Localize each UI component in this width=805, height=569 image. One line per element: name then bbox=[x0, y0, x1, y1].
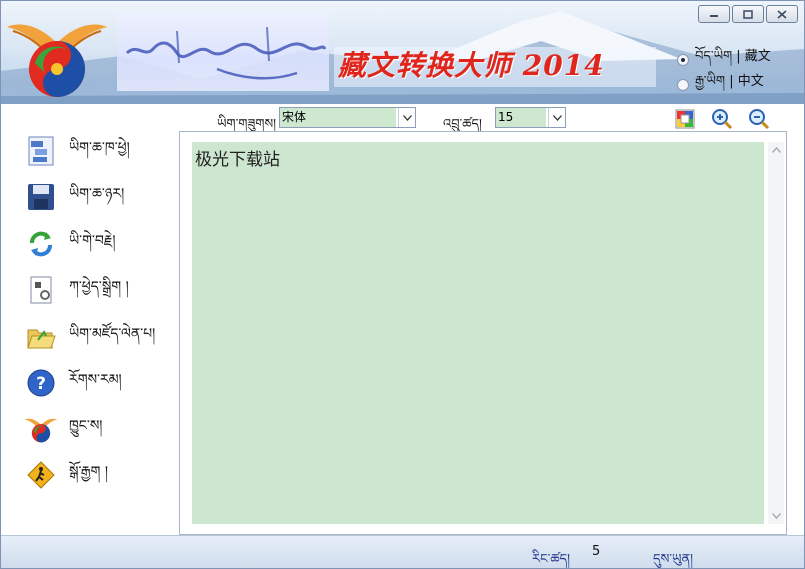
maximize-button[interactable] bbox=[732, 5, 764, 23]
vertical-scrollbar[interactable] bbox=[768, 142, 784, 524]
exit-sign-icon bbox=[23, 457, 59, 493]
sidebar-item-about[interactable]: ཁྱུང་ས། bbox=[23, 411, 173, 447]
color-palette-icon[interactable] bbox=[674, 108, 696, 130]
length-label: རིང་ཚད། bbox=[532, 552, 570, 567]
size-select[interactable]: 15 bbox=[495, 107, 566, 128]
sidebar: ཡིག་ཆ་ཁ་ཕྱེ། ཡིག་ཆ་ཉར། ཡི་གེ་བརྗེ། ཀ་ཕྱེ… bbox=[1, 131, 177, 541]
help-icon: ? bbox=[23, 365, 59, 401]
radio-unselected[interactable] bbox=[677, 78, 689, 91]
app-window: 藏文转换大师 2014 བོད་ཡིག | 藏文 རྒྱ་ཡིག | 中文 ཡི… bbox=[0, 0, 805, 569]
convert-arrows-icon bbox=[23, 226, 59, 262]
sidebar-item-label: ཁྱུང་ས། bbox=[69, 418, 103, 434]
editor-content: 极光下载站 bbox=[195, 150, 280, 170]
maximize-icon bbox=[743, 9, 753, 19]
close-button[interactable] bbox=[766, 5, 798, 23]
app-title: 藏文转换大师 2014 bbox=[338, 49, 605, 82]
sidebar-item-folder[interactable]: ཡིག་མཛོད་ལེན་པ། bbox=[23, 319, 173, 355]
main-panel: 极光下载站 bbox=[179, 131, 787, 535]
chevron-down-icon[interactable] bbox=[398, 108, 415, 127]
zoom-in-icon[interactable] bbox=[711, 108, 733, 130]
document-gear-icon bbox=[23, 272, 59, 308]
app-logo-icon bbox=[7, 24, 107, 97]
sidebar-item-label: ཡིག་ཆ་ཉར། bbox=[69, 186, 125, 202]
save-disk-icon bbox=[23, 179, 59, 215]
tibetan-calligraphy-banner bbox=[117, 13, 329, 91]
open-file-icon bbox=[23, 133, 59, 169]
app-logo-icon bbox=[23, 411, 59, 447]
scroll-up-icon[interactable] bbox=[768, 142, 784, 158]
chevron-down-icon[interactable] bbox=[548, 108, 565, 127]
font-select[interactable]: 宋体 bbox=[279, 107, 416, 128]
sidebar-item-label: སྒོ་རྒྱག ། bbox=[69, 464, 108, 480]
radio-selected[interactable] bbox=[677, 53, 689, 66]
sidebar-item-label: ཡི་གེ་བརྗེ། bbox=[69, 233, 116, 249]
sidebar-item-label: རོགས་རམ། bbox=[69, 372, 122, 388]
window-controls bbox=[698, 5, 798, 23]
minimize-icon bbox=[710, 15, 718, 17]
minimize-button[interactable] bbox=[698, 5, 730, 23]
scroll-down-icon[interactable] bbox=[768, 508, 784, 524]
format-toolbar: ཡིག་གཟུགས། 宋体 འབྲུ་ཚད། 15 bbox=[1, 104, 804, 132]
sidebar-item-save[interactable]: ཡིག་ཆ་ཉར། bbox=[23, 179, 173, 215]
open-folder-icon bbox=[23, 319, 59, 355]
size-value: 15 bbox=[496, 108, 546, 127]
sidebar-item-label: ཀ་ཕྱེད་སྒྲིག ། bbox=[69, 279, 129, 295]
font-value: 宋体 bbox=[280, 108, 396, 127]
sidebar-item-label: ཡིག་མཛོད་ལེན་པ། bbox=[69, 326, 156, 342]
zoom-out-icon[interactable] bbox=[748, 108, 770, 130]
sidebar-item-open[interactable]: ཡིག་ཆ་ཁ་ཕྱེ། bbox=[23, 133, 173, 169]
language-label: རྒྱ་ཡིག | 中文 bbox=[695, 74, 764, 89]
text-editor[interactable]: 极光下载站 bbox=[192, 142, 764, 524]
header-banner: 藏文转换大师 2014 བོད་ཡིག | 藏文 རྒྱ་ཡིག | 中文 bbox=[1, 1, 804, 104]
sidebar-item-settings[interactable]: ཀ་ཕྱེད་སྒྲིག ། bbox=[23, 272, 173, 308]
sidebar-item-convert[interactable]: ཡི་གེ་བརྗེ། bbox=[23, 226, 173, 262]
sidebar-item-exit[interactable]: སྒོ་རྒྱག ། bbox=[23, 457, 173, 493]
time-label: དུས་ཡུན། bbox=[653, 552, 694, 567]
status-bar: རིང་ཚད། 5 དུས་ཡུན། bbox=[1, 535, 804, 568]
length-value: 5 bbox=[592, 544, 601, 559]
language-option-chinese[interactable]: རྒྱ་ཡིག | 中文 bbox=[677, 66, 764, 103]
svg-text:?: ? bbox=[36, 374, 46, 394]
sidebar-item-label: ཡིག་ཆ་ཁ་ཕྱེ། bbox=[69, 140, 130, 156]
close-icon bbox=[777, 9, 787, 19]
sidebar-item-help[interactable]: ? རོགས་རམ། bbox=[23, 365, 173, 401]
